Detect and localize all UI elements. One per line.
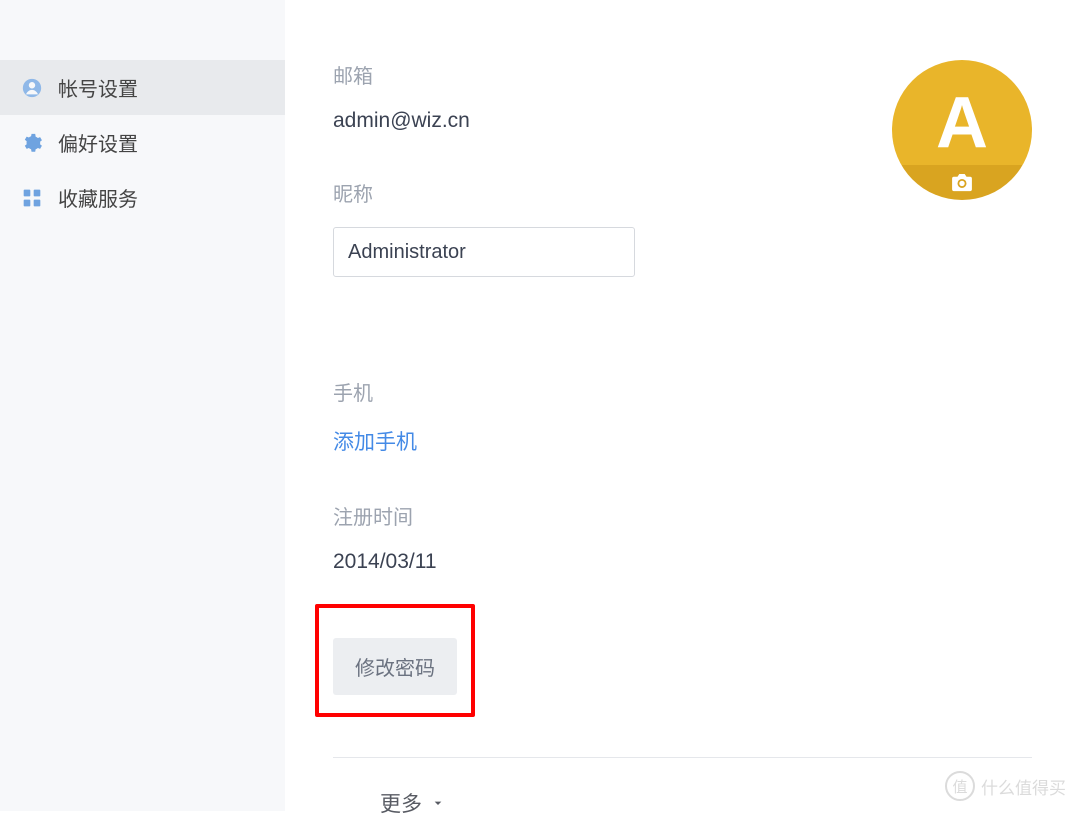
phone-field-group: 手机 添加手机 xyxy=(333,377,1032,456)
watermark: 值 什么值得买 xyxy=(945,771,1066,801)
sidebar-item-favorites[interactable]: 收藏服务 xyxy=(0,170,285,225)
avatar: A xyxy=(892,60,1032,200)
more-label: 更多 xyxy=(380,788,422,818)
grid-icon xyxy=(20,186,44,210)
avatar-container[interactable]: A xyxy=(892,60,1032,200)
sidebar: 帐号设置 偏好设置 收藏服务 xyxy=(0,0,285,811)
add-phone-link[interactable]: 添加手机 xyxy=(333,426,1032,456)
avatar-camera-strip[interactable] xyxy=(892,165,1032,200)
sidebar-item-label: 偏好设置 xyxy=(58,128,138,157)
chevron-down-icon xyxy=(430,795,446,811)
more-button[interactable]: 更多 xyxy=(363,788,463,818)
phone-label: 手机 xyxy=(333,377,1032,406)
register-time-label: 注册时间 xyxy=(333,501,1032,530)
avatar-letter: A xyxy=(936,87,988,159)
sidebar-item-preferences[interactable]: 偏好设置 xyxy=(0,115,285,170)
watermark-badge: 值 xyxy=(945,771,975,801)
sidebar-item-account[interactable]: 帐号设置 xyxy=(0,60,285,115)
nickname-input[interactable] xyxy=(333,227,635,277)
change-password-button[interactable]: 修改密码 xyxy=(333,638,457,695)
highlight-annotation: 修改密码 xyxy=(315,604,475,717)
camera-icon xyxy=(951,174,973,192)
gear-icon xyxy=(20,131,44,155)
divider xyxy=(333,757,1032,758)
register-time-value: 2014/03/11 xyxy=(333,550,1032,574)
avatar-background: A xyxy=(892,60,1032,165)
sidebar-item-label: 收藏服务 xyxy=(58,183,138,212)
main-content: A 邮箱 admin@wiz.cn 昵称 手机 添加手机 注册时间 2014/0… xyxy=(285,0,1080,811)
sidebar-item-label: 帐号设置 xyxy=(58,73,138,102)
register-time-field-group: 注册时间 2014/03/11 xyxy=(333,501,1032,574)
user-icon xyxy=(20,76,44,100)
watermark-text: 什么值得买 xyxy=(981,774,1066,799)
